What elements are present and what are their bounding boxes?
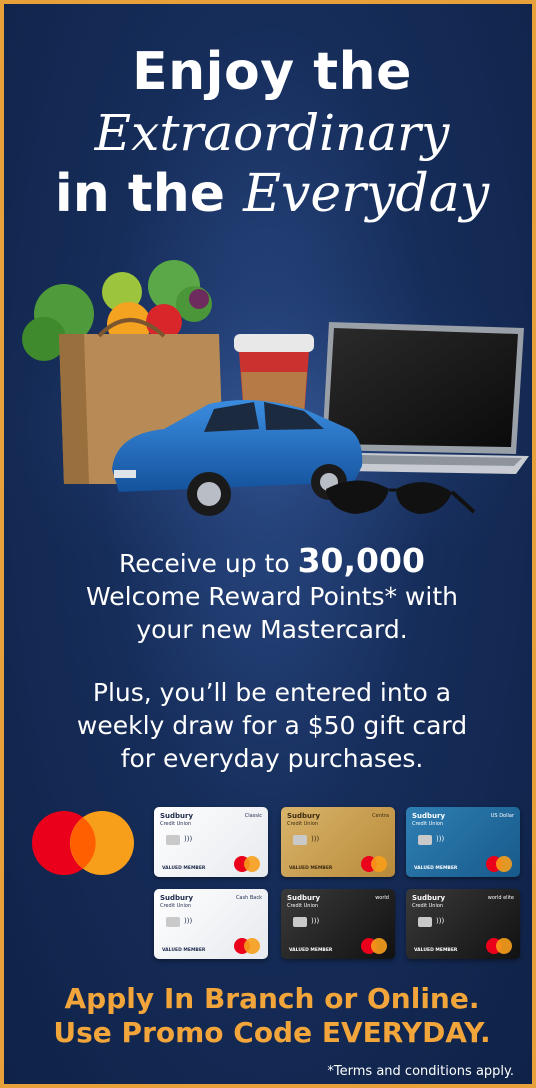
card-member: VALUED MEMBER [289,948,333,953]
mastercard-mini-icon [361,938,389,954]
card-brand: Sudbury Credit Union [412,894,446,909]
card-member: VALUED MEMBER [289,866,333,871]
mastercard-mini-icon [234,938,262,954]
draw-line1: Plus, you’ll be entered into a [92,678,452,707]
offer-line2: Welcome Reward Points* with [86,582,458,611]
cta-line2: Use Promo Code EVERYDAY. [53,1016,491,1049]
headline-line2: Extraordinary [94,104,450,162]
credit-card-6: Sudbury Credit Union world elite))) VALUED … [406,889,520,959]
headline-line3: in the Everyday [4,164,532,224]
lifestyle-illustration [4,244,532,544]
card-brand: Sudbury Credit Union [287,894,321,909]
mastercard-mini-icon [234,856,262,872]
card-tier: Centra [372,813,389,819]
chip-icon [418,917,432,927]
chip-icon [293,917,307,927]
terms-note: *Terms and conditions apply. [327,1064,514,1079]
card-tier: US Dollar [490,813,514,819]
card-tier: world [375,895,389,901]
draw-line3: for everyday purchases. [120,744,424,773]
contactless-icon: ))) [436,835,445,843]
card-member: VALUED MEMBER [414,948,458,953]
contactless-icon: ))) [184,835,193,843]
credit-card-2: Sudbury Credit Union Centra))) VALUED MEMBE… [281,807,395,877]
card-member: VALUED MEMBER [162,948,206,953]
card-brand: Sudbury Credit Union [160,894,194,909]
chip-icon [166,835,180,845]
card-tier: world elite [487,895,514,901]
offer-line3: your new Mastercard. [136,615,408,644]
mastercard-logo-icon [32,811,134,875]
credit-card-5: Sudbury Credit Union world))) VALUED MEMBER [281,889,395,959]
card-member: VALUED MEMBER [414,866,458,871]
chip-icon [293,835,307,845]
credit-card-3: Sudbury Credit Union US Dollar))) VALUED ME… [406,807,520,877]
credit-card-4: Sudbury Credit Union Cash Back))) VALUED ME… [154,889,268,959]
headline-line1: Enjoy the [132,42,412,102]
card-member: VALUED MEMBER [162,866,206,871]
draw-text: Plus, you’ll be entered into a weekly dr… [4,676,532,775]
mastercard-mini-icon [486,856,514,872]
chip-icon [418,835,432,845]
card-brand: Sudbury Credit Union [160,812,194,827]
promo-ad: Enjoy the Extraordinary in the Everyday [0,0,536,1088]
contactless-icon: ))) [311,917,320,925]
cta-line1: Apply In Branch or Online. [64,982,480,1015]
contactless-icon: ))) [436,917,445,925]
card-tier: Classic [244,813,262,819]
credit-card-1: Sudbury Credit Union Classic))) VALUED MEMB… [154,807,268,877]
headline-line3-prefix: in the [54,164,225,224]
draw-line2: weekly draw for a $50 gift card [76,711,468,740]
mastercard-mini-icon [361,856,389,872]
contactless-icon: ))) [184,917,193,925]
headline-line3-script: Everyday [243,164,490,224]
card-tier: Cash Back [235,895,262,901]
card-brand: Sudbury Credit Union [412,812,446,827]
chip-icon [166,917,180,927]
card-brand: Sudbury Credit Union [287,812,321,827]
offer-points: 30,000 [297,541,425,580]
mastercard-mini-icon [486,938,514,954]
offer-line1-prefix: Receive up to [119,549,290,578]
contactless-icon: ))) [311,835,320,843]
offer-text: Receive up to 30,000 Welcome Reward Poin… [4,541,532,646]
